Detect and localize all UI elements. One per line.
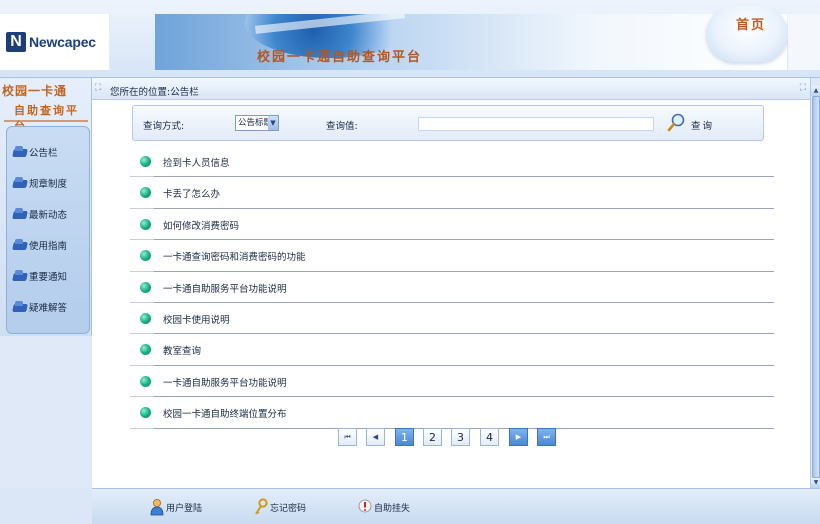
report-loss-label: 自助挂失	[374, 503, 411, 514]
pagination: ⏮ ◀ 1 2 3 4 ▶ ⏭	[92, 428, 810, 448]
notice-title[interactable]: 捡到卡人员信息	[163, 155, 230, 169]
sidebar-item-label: 规章制度	[29, 179, 68, 190]
list-item[interactable]: 捡到卡人员信息	[130, 146, 774, 178]
logo-text: Newcapec	[29, 34, 96, 50]
notice-title[interactable]: 一卡通自助服务平台功能说明	[163, 281, 287, 295]
page-1-button[interactable]: 1	[395, 428, 414, 446]
banner: 校园一卡通自助查询平台	[155, 14, 787, 70]
sidebar-title: 校园一卡通	[2, 84, 68, 98]
main-content: ⛶ 您所在的位置:公告栏 ⛶ 查询方式: 公告标题 ▼ 查询值: 查询 捡到卡人…	[92, 78, 810, 488]
header: N Newcapec 校园一卡通自助查询平台 首页	[0, 0, 820, 78]
sidebar: 校园一卡通 自助查询平台 公告栏 规章制度 最新动态 使用指南 重要通知 疑难解…	[0, 78, 92, 336]
header-right-panel	[788, 14, 820, 70]
search-icon[interactable]	[667, 112, 687, 132]
bullet-icon	[140, 218, 151, 230]
sidebar-divider	[4, 120, 88, 122]
folder-icon	[13, 177, 28, 189]
bullet-icon	[140, 187, 151, 199]
key-icon	[255, 498, 268, 515]
page-4-button[interactable]: 4	[480, 428, 499, 446]
expand-icon[interactable]: ⛶	[800, 83, 806, 93]
sidebar-item-announcements[interactable]: 公告栏	[13, 145, 58, 159]
login-link[interactable]: 用户登陆	[150, 498, 202, 516]
list-item[interactable]: 校园一卡通自助终端位置分布	[130, 397, 774, 429]
notice-title[interactable]: 一卡通自助服务平台功能说明	[163, 375, 287, 389]
sidebar-item-label: 使用指南	[29, 241, 68, 252]
first-page-button[interactable]: ⏮	[338, 428, 357, 446]
scroll-thumb[interactable]	[812, 96, 820, 478]
notice-title[interactable]: 教室查询	[163, 343, 201, 357]
sidebar-item-label: 重要通知	[29, 272, 68, 283]
list-item[interactable]: 一卡通查询密码和消费密码的功能	[130, 240, 774, 272]
notice-title[interactable]: 如何修改消费密码	[163, 218, 239, 232]
bullet-icon	[140, 312, 151, 324]
page-3-button[interactable]: 3	[451, 428, 470, 446]
list-item[interactable]: 一卡通自助服务平台功能说明	[130, 272, 774, 303]
logo[interactable]: N Newcapec	[0, 14, 110, 70]
sidebar-item-label: 最新动态	[29, 210, 68, 221]
footer-left	[0, 488, 92, 524]
list-item[interactable]: 校园卡使用说明	[130, 303, 774, 335]
scroll-down-icon[interactable]: ▼	[811, 478, 820, 488]
notice-title[interactable]: 校园一卡通自助终端位置分布	[163, 406, 287, 420]
search-mode-select[interactable]: 公告标题 ▼	[235, 115, 279, 131]
search-input[interactable]	[418, 117, 654, 131]
logo-mark-icon: N	[6, 32, 26, 52]
breadcrumb-text: 您所在的位置:公告栏	[110, 87, 199, 98]
search-bar: 查询方式: 公告标题 ▼ 查询值: 查询	[132, 105, 764, 141]
login-label: 用户登陆	[166, 503, 203, 514]
list-item[interactable]: 如何修改消费密码	[130, 209, 774, 241]
list-item[interactable]: 一卡通自助服务平台功能说明	[130, 366, 774, 398]
next-page-button[interactable]: ▶	[509, 428, 528, 446]
footer: 用户登陆 忘记密码 自助挂失	[92, 488, 820, 524]
list-item[interactable]: 卡丢了怎么办	[130, 177, 774, 209]
sidebar-item-label: 公告栏	[29, 148, 58, 159]
collapse-icon[interactable]: ⛶	[95, 83, 105, 93]
user-icon	[150, 499, 164, 516]
vertical-scrollbar[interactable]: ▲ ▼	[810, 78, 820, 488]
bullet-icon	[140, 250, 151, 262]
folder-icon	[13, 239, 28, 251]
alert-icon	[358, 499, 372, 513]
bullet-icon	[140, 344, 151, 356]
forgot-password-link[interactable]: 忘记密码	[254, 498, 306, 516]
search-mode-label: 查询方式:	[143, 121, 185, 132]
sidebar-item-news[interactable]: 最新动态	[13, 207, 67, 221]
folder-icon	[13, 208, 28, 220]
last-page-button[interactable]: ⏭	[537, 428, 556, 446]
search-button[interactable]: 查询	[691, 118, 714, 132]
search-value-label: 查询值:	[326, 121, 358, 132]
folder-icon	[13, 146, 28, 158]
bullet-icon	[140, 156, 151, 167]
sidebar-item-notices[interactable]: 重要通知	[13, 269, 67, 283]
forgot-password-label: 忘记密码	[270, 503, 307, 514]
banner-title: 校园一卡通自助查询平台	[257, 50, 423, 65]
scroll-up-icon[interactable]: ▲	[811, 86, 820, 96]
home-link[interactable]: 首页	[736, 14, 766, 33]
bullet-icon	[140, 281, 151, 293]
folder-icon	[13, 270, 28, 282]
folder-icon	[13, 301, 28, 313]
sidebar-item-faq[interactable]: 疑难解答	[13, 300, 67, 314]
notice-title[interactable]: 校园卡使用说明	[163, 312, 230, 326]
notice-title[interactable]: 卡丢了怎么办	[163, 186, 220, 200]
sidebar-item-label: 疑难解答	[29, 303, 68, 314]
bullet-icon	[140, 407, 151, 419]
notice-title[interactable]: 一卡通查询密码和消费密码的功能	[163, 249, 306, 263]
breadcrumb: ⛶ 您所在的位置:公告栏 ⛶	[92, 78, 810, 100]
report-loss-link[interactable]: 自助挂失	[358, 498, 410, 516]
list-item[interactable]: 教室查询	[130, 334, 774, 366]
sidebar-item-regulations[interactable]: 规章制度	[13, 176, 67, 190]
bullet-icon	[140, 375, 151, 387]
sidebar-item-guide[interactable]: 使用指南	[13, 238, 67, 252]
search-mode-value: 公告标题	[238, 118, 273, 128]
chevron-down-icon: ▼	[268, 116, 278, 130]
page-2-button[interactable]: 2	[423, 428, 442, 446]
sidebar-menu: 公告栏 规章制度 最新动态 使用指南 重要通知 疑难解答	[6, 126, 90, 334]
notice-list: 捡到卡人员信息 卡丢了怎么办 如何修改消费密码 一卡通查询密码和消费密码的功能 …	[130, 146, 774, 429]
prev-page-button[interactable]: ◀	[366, 428, 385, 446]
